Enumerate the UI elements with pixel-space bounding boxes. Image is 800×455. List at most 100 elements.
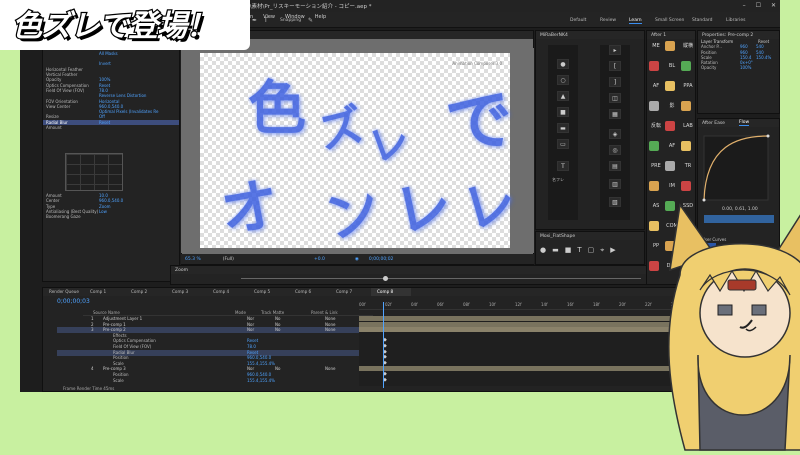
row-name[interactable]: Scale: [113, 361, 124, 366]
effect-preset-icon[interactable]: [665, 41, 675, 51]
resolution-select[interactable]: (Full): [223, 257, 234, 262]
row-name[interactable]: Pre-comp 1: [103, 322, 126, 327]
row-mode[interactable]: 78.0: [247, 344, 256, 349]
zoom-slider-track[interactable]: [241, 278, 641, 279]
property-value[interactable]: 960: [740, 50, 748, 55]
text-button[interactable]: T: [557, 161, 569, 171]
square-shape-icon[interactable]: ■: [565, 246, 572, 255]
effect-preset-18[interactable]: PRE: [649, 161, 663, 172]
bracket-right-button[interactable]: ]: [609, 77, 621, 87]
playhead[interactable]: [383, 302, 384, 388]
timeline-tab-render-queue[interactable]: Render Queue: [43, 288, 79, 296]
property-value[interactable]: 150.4: [740, 55, 751, 60]
effect-preset-icon[interactable]: [665, 161, 675, 171]
effect-row-value[interactable]: Horizontal: [99, 99, 119, 104]
effect-preset-icon[interactable]: [665, 81, 675, 91]
rect-outline-button[interactable]: ▭: [557, 139, 569, 149]
effect-row-value[interactable]: 78.0: [99, 88, 108, 93]
curve-graph[interactable]: [65, 153, 123, 191]
effect-row-value[interactable]: Reverse Lens Distortion: [99, 93, 146, 98]
bracket-left-button[interactable]: [: [609, 61, 621, 71]
effect-preset-icon[interactable]: [681, 141, 691, 151]
timeline-tab-comp-5[interactable]: Comp 5: [248, 288, 270, 296]
composition-viewer[interactable]: Animation Composer 3.0 色 ズ レ で オ ン レ レ: [181, 48, 534, 253]
circle-outline-button[interactable]: ○: [557, 75, 569, 85]
timeline-timecode[interactable]: 0;00;00;03: [57, 298, 90, 305]
property-row[interactable]: Opacity 100%: [698, 65, 779, 70]
effect-preset-icon[interactable]: [681, 181, 691, 191]
timeline-row[interactable]: Scale 155.4,155.4%: [57, 378, 362, 384]
workspace-standard[interactable]: Standard: [692, 18, 712, 23]
row-mode[interactable]: 155.4,155.4%: [247, 378, 275, 383]
align-button[interactable]: ◫: [609, 93, 621, 103]
viewer-timecode[interactable]: 0;00;00;02: [369, 257, 394, 262]
layer-bar[interactable]: [359, 321, 679, 327]
row-matte[interactable]: No: [275, 322, 280, 327]
layer-bar[interactable]: [359, 316, 679, 321]
zoom-slider-handle[interactable]: [383, 276, 388, 281]
after-ease-tab[interactable]: After Ease: [702, 121, 725, 126]
text-tool-icon[interactable]: T: [264, 17, 268, 24]
row-parent[interactable]: None: [325, 366, 335, 371]
effect-preset-12[interactable]: 反転: [649, 121, 663, 132]
rounded-rect-button[interactable]: ▬: [557, 123, 569, 133]
workspace-review[interactable]: Review: [600, 18, 616, 23]
circle-filled-button[interactable]: ●: [557, 59, 569, 69]
effect-preset-icon[interactable]: [649, 261, 659, 271]
row-name[interactable]: Pre-comp 3: [103, 366, 126, 371]
row-mode[interactable]: Nor: [247, 322, 254, 327]
close-icon[interactable]: ✕: [771, 2, 776, 9]
video-shape-icon[interactable]: ▶: [610, 246, 615, 255]
row-matte[interactable]: No: [275, 327, 280, 332]
row-mode[interactable]: 155.4,155.4%: [247, 361, 275, 366]
mask-button[interactable]: ▤: [609, 161, 621, 171]
stack-button[interactable]: ▧: [609, 197, 621, 207]
property-value[interactable]: 0x+0°: [740, 60, 753, 65]
workspace-default[interactable]: Default: [570, 18, 586, 23]
cursor-shape-icon[interactable]: ⌖: [600, 246, 604, 255]
row-name[interactable]: Pre-comp 2: [103, 327, 126, 332]
property-value[interactable]: 100%: [740, 65, 751, 70]
row-mode[interactable]: Nor: [247, 316, 254, 321]
property-value-2[interactable]: 540: [756, 50, 764, 55]
workspace-small-screen[interactable]: Small Screen: [655, 18, 684, 23]
menu-item-help[interactable]: Help: [315, 14, 326, 20]
effect-preset-icon[interactable]: [649, 181, 659, 191]
effect-row-value[interactable]: All Masks: [99, 51, 118, 56]
row-mode[interactable]: Nor: [247, 327, 254, 332]
arrow-right-button[interactable]: ▸: [609, 45, 621, 55]
radial-blur-value[interactable]: 960.0,540.0: [99, 198, 123, 203]
exposure-value[interactable]: +0.0: [314, 257, 325, 262]
radial-blur-row[interactable]: Boomerang Gaze: [43, 214, 179, 219]
effect-row-value[interactable]: 960.0,540.0: [99, 104, 123, 109]
row-matte[interactable]: No: [275, 316, 280, 321]
effect-preset-22[interactable]: IM: [665, 181, 679, 192]
radial-blur-value[interactable]: Low: [99, 209, 107, 214]
radial-blur-value[interactable]: 10.0: [99, 193, 108, 198]
row-name[interactable]: Scale: [113, 378, 124, 383]
effect-row-value[interactable]: Off: [99, 114, 105, 119]
row-name[interactable]: Position: [113, 372, 129, 377]
effect-row-value[interactable]: Optimal Pixels (Invalidates Re: [99, 109, 158, 114]
square-button[interactable]: ■: [557, 107, 569, 117]
effect-preset-2[interactable]: 縦横: [681, 41, 695, 52]
frame-shape-icon[interactable]: ▢: [588, 246, 595, 255]
effect-row[interactable]: Amount: [43, 125, 179, 130]
row-name[interactable]: Radial Blur: [113, 350, 135, 355]
effect-preset-icon[interactable]: [681, 61, 691, 71]
property-value-2[interactable]: 540: [756, 44, 764, 49]
row-name[interactable]: Adjustment Layer 1: [103, 316, 142, 321]
zoom-level[interactable]: 65.3 %: [185, 257, 201, 262]
circle-shape-icon[interactable]: ●: [540, 246, 546, 255]
effect-preset-20[interactable]: TR: [681, 161, 695, 172]
triangle-button[interactable]: ▲: [557, 91, 569, 101]
time-ruler[interactable]: 00f02f04f06f08f10f12f14f16f18f20f22f24f: [359, 302, 679, 310]
row-mode[interactable]: 960.0,540.0: [247, 372, 271, 377]
tools-panel-tab[interactable]: MiRaBerNK4: [536, 31, 644, 39]
snapping-label[interactable]: Snapping: [280, 18, 301, 23]
layer-bar[interactable]: [359, 366, 679, 372]
effect-preset-16[interactable]: AF: [665, 141, 679, 152]
rect-shape-icon[interactable]: ▬: [552, 246, 559, 255]
timeline-tab-comp-6[interactable]: Comp 6: [289, 288, 311, 296]
effects-palette-tab[interactable]: After 1: [647, 31, 695, 39]
